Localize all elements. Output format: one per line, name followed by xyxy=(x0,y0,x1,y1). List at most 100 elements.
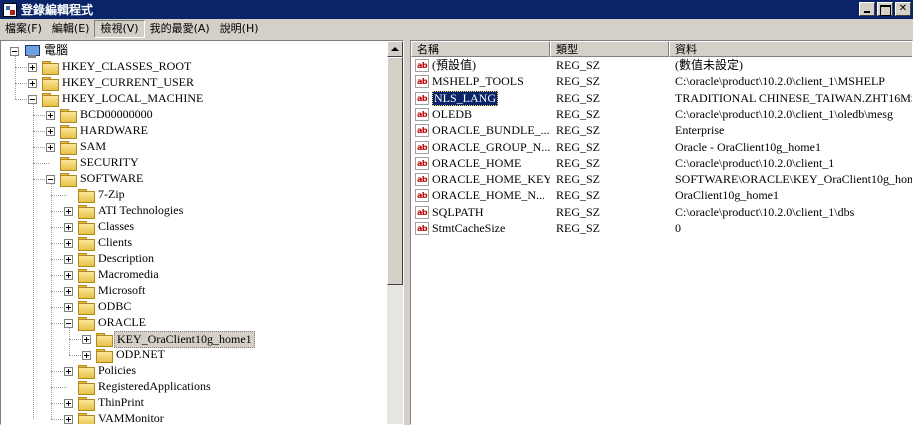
value-type: REG_SZ xyxy=(556,172,601,187)
collapse-minus-icon[interactable] xyxy=(28,95,37,104)
tree-node-thinprint[interactable]: ThinPrint xyxy=(96,395,146,410)
value-row[interactable]: ab ORACLE_BUNDLE_... REG_SZ Enterprise xyxy=(411,122,912,139)
value-data: SOFTWARE\ORACLE\KEY_OraClient10g_hom xyxy=(675,172,913,187)
menu-help[interactable]: 說明(H) xyxy=(215,20,264,38)
value-row[interactable]: ab ORACLE_HOME_KEY REG_SZ SOFTWARE\ORACLE\K… xyxy=(411,171,913,188)
tree-node-hkey-local-machine[interactable]: HKEY_LOCAL_MACHINE xyxy=(60,91,205,106)
folder-icon xyxy=(60,109,77,123)
menu-view[interactable]: 檢視(V) xyxy=(94,20,145,38)
folder-icon xyxy=(78,301,95,315)
expand-plus-icon[interactable] xyxy=(46,111,55,120)
column-header-type[interactable]: 類型 xyxy=(550,41,669,57)
column-header-name[interactable]: 名稱 xyxy=(411,41,550,57)
collapse-minus-icon[interactable] xyxy=(10,47,19,56)
scroll-thumb[interactable] xyxy=(387,57,403,285)
tree-node-root[interactable]: 電腦 xyxy=(42,43,70,58)
folder-icon xyxy=(42,77,59,91)
value-row[interactable]: ab StmtCacheSize REG_SZ 0 xyxy=(411,220,912,237)
folder-icon xyxy=(78,365,95,379)
folder-icon xyxy=(42,61,59,75)
string-value-icon: ab xyxy=(415,173,429,187)
expand-plus-icon[interactable] xyxy=(64,271,73,280)
string-value-icon: ab xyxy=(415,156,429,170)
value-data: (數值未設定) xyxy=(675,58,743,72)
minimize-icon[interactable] xyxy=(859,2,875,16)
value-type: REG_SZ xyxy=(556,123,601,138)
value-data: C:\oracle\product\10.2.0\client_1\oledb\… xyxy=(675,106,893,121)
expand-plus-icon[interactable] xyxy=(82,335,91,344)
value-data: C:\oracle\product\10.2.0\client_1 xyxy=(675,155,835,170)
menu-edit[interactable]: 編輯(E) xyxy=(47,20,95,38)
value-name: (預設值) xyxy=(432,58,476,72)
tree-node-bcd00000000[interactable]: BCD00000000 xyxy=(78,107,155,122)
tree-node-ati-technologies[interactable]: ATI Technologies xyxy=(96,203,185,218)
value-type: REG_SZ xyxy=(556,204,601,219)
tree-node-macromedia[interactable]: Macromedia xyxy=(96,267,161,282)
expand-plus-icon[interactable] xyxy=(28,79,37,88)
expand-plus-icon[interactable] xyxy=(64,415,73,424)
expand-plus-icon[interactable] xyxy=(64,399,73,408)
tree-node-key-oraclient10g-home1[interactable]: KEY_OraClient10g_home1 xyxy=(114,331,255,348)
expand-plus-icon[interactable] xyxy=(64,303,73,312)
value-row[interactable]: ab OLEDB REG_SZ C:\oracle\product\10.2.0\cl… xyxy=(411,106,912,123)
tree-node-odbc[interactable]: ODBC xyxy=(96,299,133,314)
column-header-data[interactable]: 資料 xyxy=(669,41,912,57)
tree-node-oracle[interactable]: ORACLE xyxy=(96,315,148,330)
collapse-minus-icon[interactable] xyxy=(46,175,55,184)
collapse-minus-icon[interactable] xyxy=(64,319,73,328)
value-data: C:\oracle\product\10.2.0\client_1\dbs xyxy=(675,204,855,219)
scroll-up-arrow-icon[interactable] xyxy=(387,41,403,57)
tree-node-software[interactable]: SOFTWARE xyxy=(78,171,145,186)
menu-file[interactable]: 檔案(F) xyxy=(0,20,47,38)
title-bar: 登錄編輯程式 ✕ xyxy=(0,0,913,19)
value-data: Enterprise xyxy=(675,123,725,138)
tree-node-odp-net[interactable]: ODP.NET xyxy=(114,347,167,362)
value-row[interactable]: ab SQLPATH REG_SZ C:\oracle\product\10.2.0\… xyxy=(411,204,912,221)
expand-plus-icon[interactable] xyxy=(28,63,37,72)
list-header: 名稱 類型 資料 xyxy=(411,41,912,57)
value-row[interactable]: ab ORACLE_GROUP_N... REG_SZ Oracle - OraCli… xyxy=(411,139,912,156)
tree-node-microsoft[interactable]: Microsoft xyxy=(96,283,147,298)
folder-icon xyxy=(78,397,95,411)
expand-plus-icon[interactable] xyxy=(64,287,73,296)
value-data: Oracle - OraClient10g_home1 xyxy=(675,139,821,154)
values-list: 名稱 類型 資料 ab (預設值) REG_SZ (數值未設定) ab MSHELP_TO… xyxy=(410,40,913,425)
value-row[interactable]: ab (預設值) REG_SZ (數值未設定) xyxy=(411,57,912,74)
tree-scrollbar[interactable] xyxy=(387,41,403,424)
tree-node-sam[interactable]: SAM xyxy=(78,139,108,154)
registry-tree[interactable]: 電腦 HKEY_CLASSES_ROOT HKEY_CURRENT_USER HKEY… xyxy=(0,40,404,425)
tree-node-classes[interactable]: Classes xyxy=(96,219,136,234)
expand-plus-icon[interactable] xyxy=(46,127,55,136)
tree-node-description[interactable]: Description xyxy=(96,251,156,266)
tree-node-security[interactable]: SECURITY xyxy=(78,155,141,170)
expand-plus-icon[interactable] xyxy=(64,223,73,232)
tree-node-vammonitor[interactable]: VAMMonitor xyxy=(96,411,166,424)
expand-plus-icon[interactable] xyxy=(64,367,73,376)
tree-node-clients[interactable]: Clients xyxy=(96,235,134,250)
value-row[interactable]: ab ORACLE_HOME REG_SZ C:\oracle\product\10.… xyxy=(411,155,912,172)
tree-node-7-zip[interactable]: 7-Zip xyxy=(96,187,127,202)
expand-plus-icon[interactable] xyxy=(64,255,73,264)
tree-node-hkey-current-user[interactable]: HKEY_CURRENT_USER xyxy=(60,75,196,90)
value-row[interactable]: ab ORACLE_HOME_N... REG_SZ OraClient10g_hom… xyxy=(411,187,912,204)
tree-node-registeredapplications[interactable]: RegisteredApplications xyxy=(96,379,213,394)
tree-node-hardware[interactable]: HARDWARE xyxy=(78,123,150,138)
folder-icon xyxy=(78,413,95,424)
value-row[interactable]: ab MSHELP_TOOLS REG_SZ C:\oracle\product\10… xyxy=(411,73,912,90)
expand-plus-icon[interactable] xyxy=(64,239,73,248)
value-data: TRADITIONAL CHINESE_TAIWAN.ZHT16MS xyxy=(675,90,913,105)
expand-plus-icon[interactable] xyxy=(64,207,73,216)
menu-favorites[interactable]: 我的最愛(A) xyxy=(145,20,215,38)
value-row[interactable]: ab NLS_LANG REG_SZ TRADITIONAL CHINESE_TAIW… xyxy=(411,90,913,107)
close-icon[interactable]: ✕ xyxy=(895,2,911,16)
tree-guide-line xyxy=(51,179,52,419)
folder-icon xyxy=(60,125,77,139)
folder-icon xyxy=(42,93,59,107)
tree-node-hkey-classes-root[interactable]: HKEY_CLASSES_ROOT xyxy=(60,59,193,74)
folder-icon xyxy=(78,381,95,395)
expand-plus-icon[interactable] xyxy=(46,143,55,152)
expand-plus-icon[interactable] xyxy=(82,351,91,360)
value-name: NLS_LANG xyxy=(432,90,498,106)
maximize-icon[interactable] xyxy=(877,2,893,16)
tree-node-policies[interactable]: Policies xyxy=(96,363,138,378)
